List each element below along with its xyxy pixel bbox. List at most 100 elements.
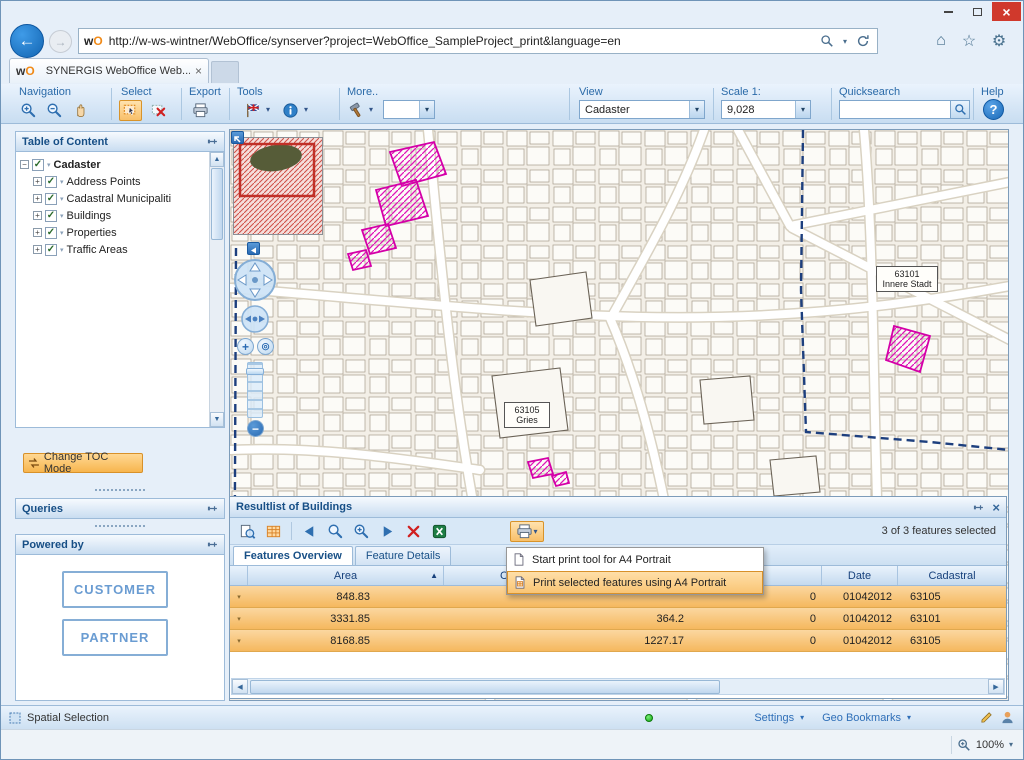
table-view-tool[interactable] — [262, 521, 285, 542]
next-feature-button[interactable] — [376, 521, 399, 542]
powered-by-panel-header[interactable]: Powered by — [15, 534, 225, 555]
print-export-tool[interactable] — [189, 100, 212, 121]
row-menu-caret-icon[interactable]: ▾ — [237, 593, 241, 601]
checkbox-checked-icon[interactable]: ✓ — [45, 193, 57, 205]
chevron-down-icon[interactable]: ▾ — [907, 713, 911, 722]
checkbox-checked-icon[interactable]: ✓ — [45, 210, 57, 222]
favorites-button[interactable]: ☆ — [957, 30, 981, 52]
browser-back-button[interactable]: ← — [10, 24, 44, 58]
flag-tool-caret-icon[interactable]: ▾ — [266, 105, 270, 114]
expand-icon[interactable]: + — [33, 194, 42, 203]
toc-panel-header[interactable]: Table of Content — [15, 131, 225, 152]
resultlist-header[interactable]: Resultlist of Buildings × — [230, 497, 1006, 518]
identify-results-tool[interactable] — [236, 521, 259, 542]
pan-compass[interactable] — [233, 258, 277, 302]
menu-item-print-selected-features[interactable]: Print selected features using A4 Portrai… — [507, 571, 763, 594]
panel-splitter[interactable] — [95, 525, 145, 527]
sort-ascending-icon[interactable]: ▲ — [430, 571, 438, 580]
checkbox-checked-icon[interactable]: ✓ — [45, 227, 57, 239]
toc-node-cadastral-municipalities[interactable]: + ✓ ▾ Cadastral Municipaliti — [16, 190, 224, 207]
info-tool-caret-icon[interactable]: ▾ — [304, 105, 308, 114]
zoom-slider-thumb[interactable] — [246, 368, 264, 375]
export-excel-button[interactable] — [428, 521, 451, 542]
settings-menu[interactable]: Settings — [754, 712, 794, 724]
pin-icon[interactable] — [207, 136, 218, 147]
search-icon[interactable] — [818, 34, 836, 48]
address-bar[interactable]: wO http://w-ws-wintner/WebOffice/synserv… — [78, 28, 878, 54]
zoom-slider[interactable] — [247, 362, 263, 418]
scroll-down-icon[interactable]: ▼ — [210, 412, 224, 427]
row-menu-caret-icon[interactable]: ▾ — [237, 615, 241, 623]
rotate-control[interactable] — [240, 304, 270, 334]
measure-tool-caret-icon[interactable]: ▾ — [369, 105, 373, 114]
table-row[interactable]: ▾ 3331.85 364.2 0 01042012 63101 — [230, 608, 1006, 630]
checkbox-checked-icon[interactable]: ✓ — [45, 176, 57, 188]
remove-selection-button[interactable] — [402, 521, 425, 542]
chevron-down-icon[interactable]: ▾ — [689, 101, 704, 118]
layer-menu-caret-icon[interactable]: ▾ — [60, 229, 64, 237]
queries-panel-header[interactable]: Queries — [15, 498, 225, 519]
page-zoom-level[interactable]: 100% — [976, 739, 1004, 751]
refresh-icon[interactable] — [854, 34, 872, 48]
collapse-icon[interactable]: − — [20, 160, 29, 169]
pin-icon[interactable] — [207, 503, 218, 514]
toc-node-buildings[interactable]: + ✓ ▾ Buildings — [16, 207, 224, 224]
tab-close-icon[interactable]: × — [195, 64, 202, 78]
result-table-hscrollbar[interactable]: ◀ ▶ — [231, 678, 1005, 695]
scroll-right-icon[interactable]: ▶ — [988, 679, 1004, 694]
geo-bookmarks-menu[interactable]: Geo Bookmarks — [822, 712, 901, 724]
column-header-cadastral[interactable]: Cadastral — [898, 566, 1006, 585]
autocomplete-caret-icon[interactable]: ▾ — [836, 37, 854, 46]
scroll-left-icon[interactable]: ◀ — [232, 679, 248, 694]
expand-icon[interactable]: + — [33, 177, 42, 186]
user-icon[interactable] — [1000, 710, 1015, 725]
scrollbar-thumb[interactable] — [211, 168, 223, 240]
info-tool[interactable] — [279, 100, 302, 121]
column-header-area[interactable]: Area ▲ — [248, 566, 444, 585]
pin-icon[interactable] — [207, 539, 218, 550]
chevron-down-icon[interactable]: ▾ — [533, 527, 537, 536]
browser-tab[interactable]: wO SYNERGIS WebOffice Web... × — [9, 58, 209, 83]
flag-tool[interactable] — [241, 100, 264, 121]
view-select[interactable]: Cadaster ▾ — [579, 100, 705, 119]
close-panel-icon[interactable]: × — [992, 500, 1000, 515]
scrollbar-thumb[interactable] — [250, 680, 720, 694]
chevron-down-icon[interactable]: ▾ — [1009, 740, 1013, 749]
toc-scrollbar[interactable]: ▲ ▼ — [209, 152, 224, 427]
panel-splitter[interactable] — [95, 489, 145, 491]
layer-menu-caret-icon[interactable]: ▾ — [60, 212, 64, 220]
collapse-overview-button[interactable] — [231, 131, 244, 144]
settings-gear-button[interactable]: ⚙ — [987, 30, 1011, 52]
zoom-to-previous-button[interactable] — [324, 521, 347, 542]
menu-item-start-print-tool[interactable]: Start print tool for A4 Portrait — [507, 548, 763, 571]
previous-feature-button[interactable] — [298, 521, 321, 542]
home-button[interactable]: ⌂ — [929, 30, 953, 52]
quicksearch-input[interactable] — [839, 100, 951, 119]
change-toc-mode-button[interactable]: Change TOC Mode — [23, 453, 143, 473]
layer-menu-caret-icon[interactable]: ▾ — [60, 178, 64, 186]
zoom-out-tool[interactable] — [43, 100, 66, 121]
expand-icon[interactable]: + — [33, 245, 42, 254]
close-button[interactable]: × — [992, 2, 1021, 21]
zoom-to-selected-button[interactable] — [350, 521, 373, 542]
tab-features-overview[interactable]: Features Overview — [233, 546, 353, 565]
expand-icon[interactable]: + — [33, 211, 42, 220]
overview-map[interactable] — [233, 137, 323, 235]
column-header-date[interactable]: Date — [822, 566, 898, 585]
pin-icon[interactable] — [973, 502, 984, 513]
print-features-button[interactable]: ▾ — [510, 521, 544, 542]
row-menu-caret-icon[interactable]: ▾ — [237, 637, 241, 645]
zoom-in-tool[interactable] — [17, 100, 40, 121]
scroll-up-icon[interactable]: ▲ — [210, 152, 224, 167]
new-tab-button[interactable] — [211, 61, 239, 83]
chevron-down-icon[interactable]: ▾ — [419, 101, 434, 118]
chevron-down-icon[interactable]: ▾ — [795, 101, 810, 118]
checkbox-checked-icon[interactable]: ✓ — [32, 159, 44, 171]
toc-node-properties[interactable]: + ✓ ▾ Properties — [16, 224, 224, 241]
toc-node-address-points[interactable]: + ✓ ▾ Address Points — [16, 173, 224, 190]
measure-tool[interactable] — [345, 100, 368, 121]
select-by-rectangle-tool[interactable] — [119, 100, 142, 121]
zoom-out-button[interactable]: − — [247, 420, 264, 437]
table-row[interactable]: ▾ 8168.85 1227.17 0 01042012 63105 — [230, 630, 1006, 652]
clear-selection-tool[interactable] — [147, 100, 170, 121]
